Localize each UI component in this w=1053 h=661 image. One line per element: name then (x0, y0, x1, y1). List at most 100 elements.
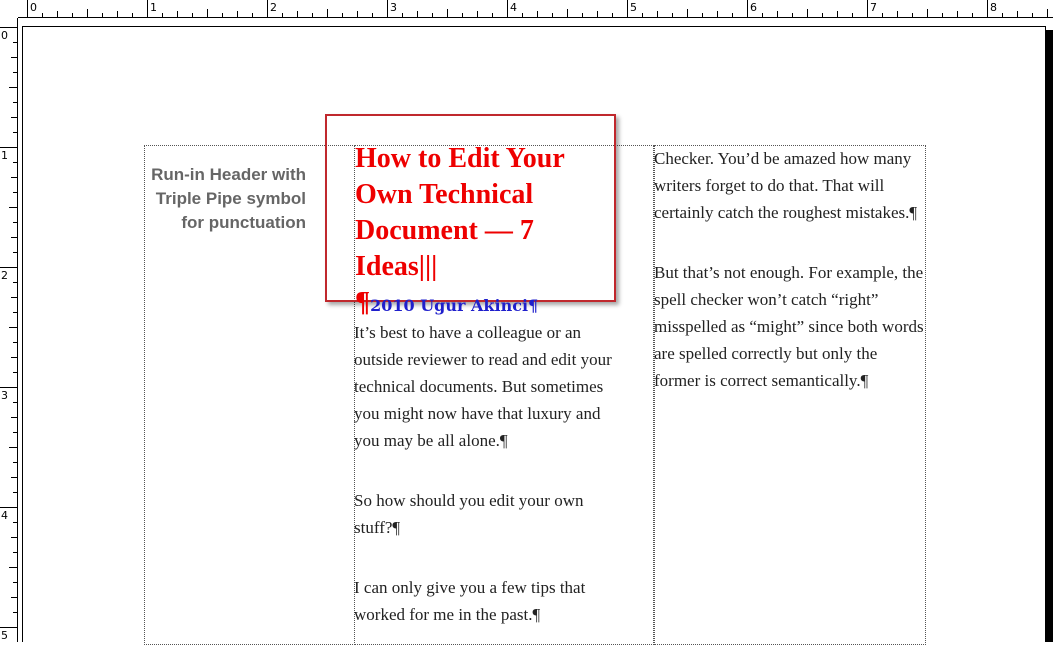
ruler-tick (837, 11, 838, 17)
ruler-label: 1 (150, 1, 157, 14)
ruler-tick (582, 13, 583, 17)
ruler-tick (0, 387, 17, 388)
ruler-origin[interactable] (0, 0, 18, 18)
page-edge-top (22, 26, 1045, 27)
ruler-tick (552, 13, 553, 17)
ruler-tick (1002, 13, 1003, 17)
page-shadow (1046, 30, 1053, 642)
ruler-tick (897, 11, 898, 17)
ruler-tick (372, 13, 373, 17)
ruler-tick (732, 13, 733, 17)
ruler-tick (822, 13, 823, 17)
ruler-tick (297, 11, 298, 17)
ruler-tick (927, 9, 928, 17)
paragraph: So how should you edit your own stuff?¶ (354, 491, 584, 537)
ruler-tick (13, 402, 17, 403)
ruler-tick (387, 0, 388, 17)
ruler-tick (13, 72, 17, 73)
ruler-label: 2 (270, 1, 277, 14)
ruler-tick (13, 552, 17, 553)
ruler-tick (237, 11, 238, 17)
ruler-tick (252, 13, 253, 17)
ruler-tick (11, 417, 17, 418)
body-column-2[interactable]: Checker. You’d be amazed how many writer… (654, 145, 926, 427)
ruler-tick (972, 13, 973, 17)
body-column-1[interactable]: It’s best to have a colleague or an outs… (354, 319, 626, 661)
ruler-tick (777, 11, 778, 17)
ruler-tick (687, 9, 688, 17)
ruler-tick (327, 9, 328, 17)
ruler-label: 5 (630, 1, 637, 14)
ruler-tick (852, 13, 853, 17)
ruler-tick (717, 11, 718, 17)
ruler-tick (13, 162, 17, 163)
ruler-tick (11, 237, 17, 238)
ruler-tick (9, 567, 17, 568)
ruler-tick (417, 11, 418, 17)
ruler-label: 1 (1, 149, 8, 162)
ruler-tick (222, 13, 223, 17)
ruler-tick (11, 117, 17, 118)
ruler-tick (1017, 11, 1018, 17)
ruler-tick (13, 372, 17, 373)
ruler-tick (162, 13, 163, 17)
title-line: How to Edit Your Own Technical Document … (355, 143, 565, 318)
ruler-tick (747, 0, 748, 17)
ruler-tick (702, 13, 703, 17)
ruler-tick (13, 222, 17, 223)
ruler-label: 0 (1, 29, 8, 42)
ruler-tick (87, 9, 88, 17)
ruler-label: 8 (990, 1, 997, 14)
ruler-tick (13, 612, 17, 613)
ruler-tick (11, 597, 17, 598)
byline: 2010 Ugur Akinci¶ (370, 296, 539, 315)
ruler-tick (11, 477, 17, 478)
ruler-tick (13, 312, 17, 313)
ruler-tick (27, 0, 28, 17)
ruler-label: 2 (1, 269, 8, 282)
ruler-tick (42, 13, 43, 17)
ruler-tick (537, 11, 538, 17)
ruler-tick (957, 11, 958, 17)
ruler-tick (0, 147, 17, 148)
ruler-tick (282, 13, 283, 17)
ruler-tick (13, 432, 17, 433)
ruler-tick (462, 13, 463, 17)
ruler-tick (207, 9, 208, 17)
ruler-tick (987, 0, 988, 17)
ruler-tick (13, 462, 17, 463)
horizontal-ruler[interactable]: 0 1 2 3 4 5 6 7 8 (0, 0, 1053, 18)
vertical-ruler[interactable]: 0 1 2 3 4 5 (0, 18, 18, 642)
ruler-tick (507, 0, 508, 17)
document-title[interactable]: How to Edit Your Own Technical Document … (355, 141, 605, 321)
ruler-label: 4 (1, 509, 8, 522)
ruler-tick (72, 13, 73, 17)
ruler-label: 7 (870, 1, 877, 14)
ruler-tick (57, 11, 58, 17)
ruler-tick (612, 13, 613, 17)
ruler-tick (102, 13, 103, 17)
ruler-tick (11, 357, 17, 358)
paragraph: I can only give you a few tips that work… (354, 578, 586, 624)
ruler-tick (9, 207, 17, 208)
ruler-tick (11, 537, 17, 538)
ruler-label: 6 (750, 1, 757, 14)
paragraph: Checker. You’d be amazed how many writer… (654, 149, 918, 222)
ruler-tick (0, 627, 17, 628)
ruler-tick (13, 102, 17, 103)
ruler-tick (11, 57, 17, 58)
ruler-tick (882, 13, 883, 17)
ruler-tick (192, 13, 193, 17)
ruler-tick (357, 11, 358, 17)
ruler-tick (642, 13, 643, 17)
ruler-tick (597, 11, 598, 17)
ruler-tick (0, 507, 17, 508)
ruler-tick (1032, 13, 1033, 17)
ruler-tick (13, 342, 17, 343)
ruler-tick (0, 267, 17, 268)
run-in-header[interactable]: Run-in Header with Triple Pipe symbol fo… (150, 163, 306, 235)
ruler-tick (1047, 9, 1048, 17)
ruler-tick (11, 297, 17, 298)
ruler-tick (11, 177, 17, 178)
ruler-tick (13, 582, 17, 583)
